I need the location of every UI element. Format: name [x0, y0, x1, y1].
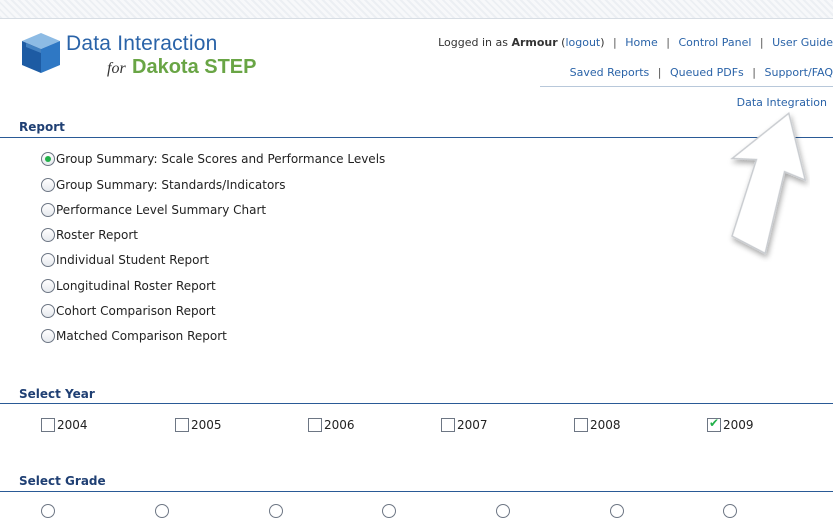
grade-section-title: Select Grade	[19, 474, 106, 488]
support-faq-link[interactable]: Support/FAQ	[765, 66, 833, 79]
radio-button[interactable]	[41, 329, 55, 343]
checkbox[interactable]	[175, 418, 189, 432]
nav-separator: |	[760, 36, 764, 49]
home-link[interactable]: Home	[625, 36, 657, 49]
nav-separator: |	[613, 36, 617, 49]
year-section-divider	[0, 403, 833, 404]
logo-brand: Dakota STEP	[132, 56, 256, 79]
header-divider	[540, 86, 833, 87]
logout-close-paren: )	[600, 36, 604, 49]
year-option-label: 2007	[457, 418, 488, 432]
radio-button[interactable]	[41, 253, 55, 267]
report-option-label: Roster Report	[56, 228, 138, 242]
user-guide-link[interactable]: User Guide	[772, 36, 833, 49]
grade-radio-button[interactable]	[496, 504, 510, 518]
report-option-cohort-comparison[interactable]: Cohort Comparison Report	[41, 304, 216, 318]
year-section-title: Select Year	[19, 387, 95, 401]
year-option-2008[interactable]: 2008	[574, 418, 621, 432]
grade-radio-button[interactable]	[41, 504, 55, 518]
report-option-label: Performance Level Summary Chart	[56, 203, 266, 217]
header-nav-row-2: Saved Reports | Queued PDFs | Support/FA…	[570, 66, 833, 79]
grade-radio-button[interactable]	[723, 504, 737, 518]
queued-pdfs-link[interactable]: Queued PDFs	[670, 66, 744, 79]
report-option-label: Longitudinal Roster Report	[56, 279, 216, 293]
saved-reports-link[interactable]: Saved Reports	[570, 66, 650, 79]
logo-for: for	[107, 60, 126, 78]
year-option-2007[interactable]: 2007	[441, 418, 488, 432]
checkbox-checked[interactable]	[707, 418, 721, 432]
header-nav-row-1: Logged in as Armour (logout) | Home | Co…	[438, 36, 833, 49]
control-panel-link[interactable]: Control Panel	[678, 36, 751, 49]
nav-separator: |	[658, 66, 662, 79]
grade-radio-button[interactable]	[155, 504, 169, 518]
report-section-title: Report	[19, 120, 65, 134]
report-option-performance-level-chart[interactable]: Performance Level Summary Chart	[41, 203, 266, 217]
report-option-label: Group Summary: Scale Scores and Performa…	[56, 152, 385, 166]
radio-button-checked[interactable]	[41, 152, 55, 166]
radio-button[interactable]	[41, 304, 55, 318]
checkbox[interactable]	[41, 418, 55, 432]
report-option-individual-student[interactable]: Individual Student Report	[41, 253, 209, 267]
year-option-label: 2005	[191, 418, 222, 432]
grade-radio-button[interactable]	[382, 504, 396, 518]
radio-button[interactable]	[41, 228, 55, 242]
report-option-group-summary-scale-scores[interactable]: Group Summary: Scale Scores and Performa…	[41, 152, 385, 166]
report-option-label: Matched Comparison Report	[56, 329, 227, 343]
report-option-matched-comparison[interactable]: Matched Comparison Report	[41, 329, 227, 343]
report-option-label: Individual Student Report	[56, 253, 209, 267]
year-option-2004[interactable]: 2004	[41, 418, 88, 432]
checkbox[interactable]	[441, 418, 455, 432]
year-option-label: 2004	[57, 418, 88, 432]
year-option-2009[interactable]: 2009	[707, 418, 754, 432]
grade-section-divider	[0, 491, 833, 492]
year-option-2006[interactable]: 2006	[308, 418, 355, 432]
year-option-label: 2006	[324, 418, 355, 432]
radio-button[interactable]	[41, 279, 55, 293]
checkbox[interactable]	[308, 418, 322, 432]
year-option-label: 2008	[590, 418, 621, 432]
nav-separator: |	[666, 36, 670, 49]
logged-in-label: Logged in as	[438, 36, 508, 49]
logout-link[interactable]: logout	[565, 36, 600, 49]
user-name: Armour	[511, 36, 557, 49]
grade-radio-button[interactable]	[610, 504, 624, 518]
report-option-label: Group Summary: Standards/Indicators	[56, 178, 286, 192]
report-option-label: Cohort Comparison Report	[56, 304, 216, 318]
grade-radio-button[interactable]	[269, 504, 283, 518]
year-option-label: 2009	[723, 418, 754, 432]
radio-button[interactable]	[41, 203, 55, 217]
report-option-group-summary-standards[interactable]: Group Summary: Standards/Indicators	[41, 178, 286, 192]
checkbox[interactable]	[574, 418, 588, 432]
cube-logo-icon	[18, 30, 64, 76]
report-option-longitudinal-roster[interactable]: Longitudinal Roster Report	[41, 279, 216, 293]
nav-separator: |	[752, 66, 756, 79]
year-option-2005[interactable]: 2005	[175, 418, 222, 432]
top-decorative-border	[0, 0, 833, 19]
pointer-arrow-icon	[700, 102, 810, 262]
logo-title: Data Interaction	[66, 32, 217, 56]
report-option-roster-report[interactable]: Roster Report	[41, 228, 138, 242]
radio-button[interactable]	[41, 178, 55, 192]
